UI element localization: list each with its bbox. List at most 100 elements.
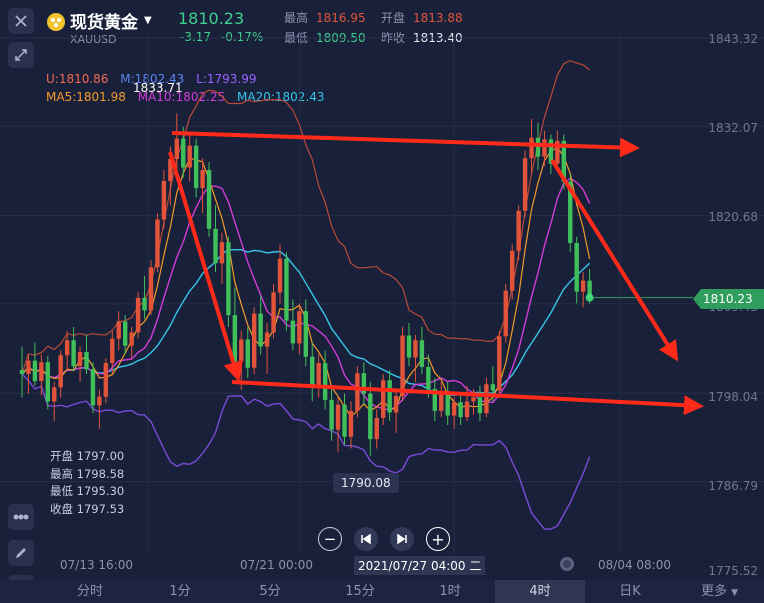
candle-body (426, 366, 431, 389)
candle-body (239, 339, 244, 362)
candle-body (451, 402, 457, 416)
candle-body (174, 138, 179, 159)
candle-body (135, 297, 141, 333)
x-tick-label: 07/13 16:00 (60, 558, 133, 572)
ohlc-info: 开盘 1797.00 最高 1798.58 最低 1795.30 收盘 1797… (50, 448, 124, 518)
skip-back-icon (361, 533, 371, 545)
ohlc-high: 最高 1798.58 (50, 466, 125, 481)
chevron-down-icon: ▼ (731, 588, 739, 598)
scroll-end-button[interactable] (390, 527, 414, 551)
candle-body (258, 313, 263, 347)
candle-body (116, 321, 121, 339)
candle-body (64, 340, 70, 356)
candle-body (400, 335, 405, 396)
candle-body (219, 242, 225, 264)
candle-body (213, 228, 218, 264)
candle-body (187, 145, 192, 168)
candle-body (477, 397, 483, 414)
zoom-out-button[interactable]: − (318, 527, 342, 551)
candle-body (264, 332, 270, 347)
candle-body (206, 169, 212, 229)
zoom-in-button[interactable]: + (426, 527, 450, 551)
y-tick-label: 1843.32 (708, 32, 758, 46)
candle-body (129, 332, 134, 346)
candle-body (310, 356, 315, 385)
candle-body (84, 352, 89, 370)
current-price-dot (585, 293, 594, 302)
tab-more-label: 更多 (700, 584, 727, 599)
candle-body (155, 219, 160, 268)
candle-body (542, 139, 547, 157)
annotation-arrow (550, 158, 679, 362)
crosshair-time-label: 2021/07/27 04:00 二 (354, 556, 486, 575)
candle-body (387, 380, 392, 413)
candle-body (580, 280, 586, 292)
candle-body (413, 340, 418, 358)
candle-body (574, 242, 579, 292)
candle-body (484, 384, 489, 414)
candle-body (368, 393, 373, 440)
y-tick-label: 1798.04 (708, 390, 758, 404)
candle-body (329, 399, 334, 430)
candle-body (110, 338, 115, 364)
candle-body (193, 145, 199, 189)
candle-body (355, 373, 360, 411)
candle-body (522, 158, 528, 211)
tab-more[interactable]: 更多 ▼ (675, 580, 764, 603)
y-tick-label: 1775.52 (708, 564, 758, 578)
min-price-label: 1790.08 (333, 473, 399, 493)
candle-body (374, 417, 379, 440)
candle-body (322, 363, 328, 400)
tab-5min[interactable]: 5分 (225, 580, 315, 603)
candle-body (381, 380, 386, 418)
candle-body (245, 339, 250, 368)
candle-body (19, 370, 25, 374)
x-tick-label: 08/04 08:00 (598, 558, 671, 572)
tab-1min[interactable]: 1分 (135, 580, 225, 603)
tab-15min[interactable]: 15分 (315, 580, 405, 603)
skip-forward-icon (397, 533, 407, 545)
scroll-handle[interactable] (560, 557, 574, 571)
scroll-start-button[interactable] (354, 527, 378, 551)
candle-body (406, 335, 412, 358)
candle-body (148, 267, 154, 311)
candle-body (516, 210, 521, 251)
y-tick-label: 1832.07 (708, 121, 758, 135)
candle-body (142, 297, 147, 311)
tab-4hour[interactable]: 4时 (495, 580, 585, 603)
candle-body (535, 137, 541, 157)
candle-body (232, 315, 238, 362)
candle-body (77, 352, 83, 367)
candle-body (45, 362, 50, 402)
candle-body (71, 340, 76, 367)
candle-body (271, 292, 276, 333)
candle-body (348, 410, 354, 437)
tab-timeshare[interactable]: 分时 (46, 580, 134, 603)
ohlc-low: 最低 1795.30 (50, 484, 125, 498)
candle-body (497, 336, 502, 391)
candle-body (26, 360, 31, 374)
candle-body (490, 384, 496, 391)
candle-body (39, 362, 44, 382)
current-price-tag: 1810.23 (693, 289, 764, 309)
candle-body (97, 396, 102, 406)
candle-body (52, 387, 57, 402)
candle-body (90, 369, 96, 406)
candle-body (510, 250, 515, 291)
candle-body (226, 242, 231, 316)
candle-body (103, 363, 109, 397)
candle-body (458, 402, 463, 418)
tab-1hour[interactable]: 1时 (405, 580, 495, 603)
tab-daily[interactable]: 日K (585, 580, 675, 603)
chart-controls: − + (318, 527, 450, 551)
max-price-label: 1833.71 (133, 81, 183, 95)
candle-body (471, 397, 476, 402)
candle-body (419, 340, 425, 367)
y-tick-label: 1786.79 (708, 479, 758, 493)
candle-body (277, 258, 283, 293)
candle-body (342, 404, 347, 437)
plus-icon: + (431, 529, 445, 549)
candle-body (529, 137, 534, 159)
candle-body (284, 258, 289, 321)
candle-body (123, 321, 128, 346)
